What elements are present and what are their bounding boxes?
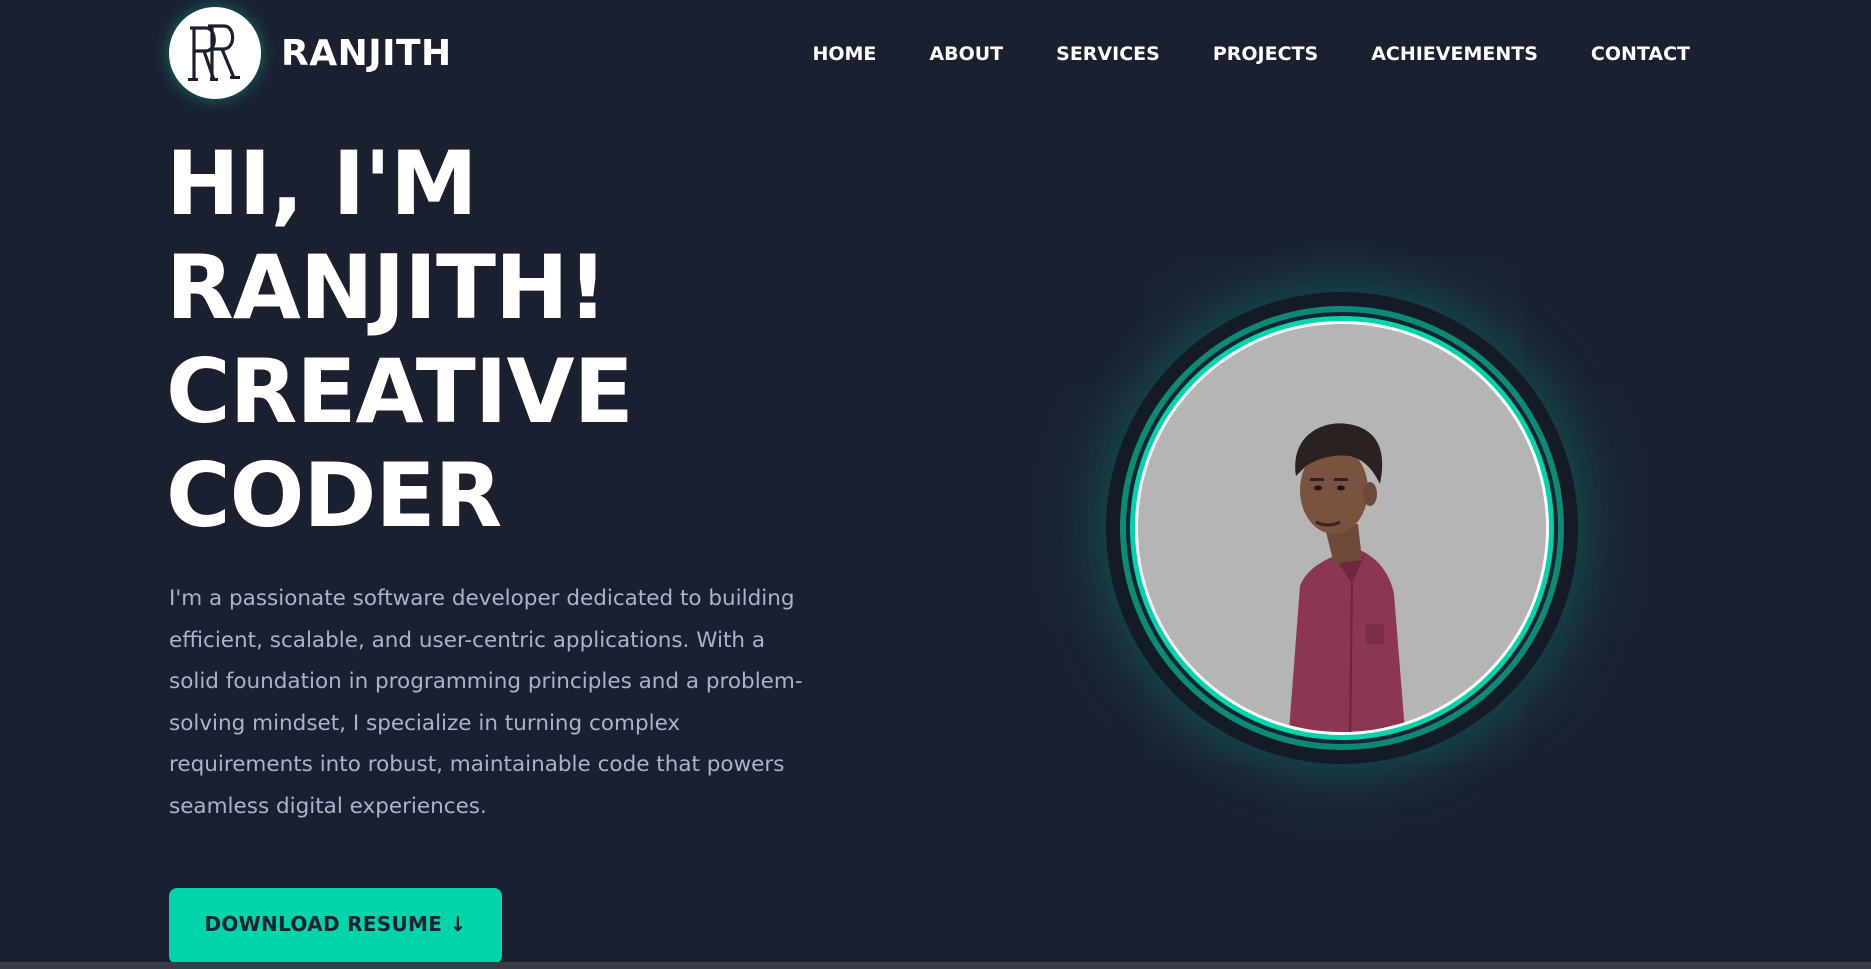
nav-link-contact[interactable]: CONTACT [1591, 40, 1690, 68]
nav-link-services[interactable]: SERVICES [1056, 40, 1160, 68]
nav-link-projects[interactable]: PROJECTS [1213, 40, 1318, 68]
download-resume-button[interactable]: DOWNLOAD RESUME ↓ [169, 888, 502, 964]
page: RANJITH HOME ABOUT SERVICES PROJECTS ACH… [0, 0, 1871, 969]
profile-photo [1138, 324, 1546, 732]
nav-link-home[interactable]: HOME [812, 40, 876, 68]
rr-monogram-logo-icon [188, 24, 240, 81]
hero-description: I'm a passionate software developer dedi… [169, 586, 803, 819]
hero-title: HI, I'M RANJITH! CREATIVE CODER [166, 132, 634, 548]
hero-title-line: RANJITH! [166, 236, 608, 339]
hero-title-line: CODER [166, 444, 502, 547]
brand-name[interactable]: RANJITH [281, 30, 452, 78]
hero-title-line: CREATIVE [166, 340, 634, 443]
profile-frame [1106, 292, 1578, 764]
horizontal-scrollbar[interactable] [0, 962, 1871, 969]
hero-title-line: HI, I'M [166, 132, 478, 235]
main-nav: HOME ABOUT SERVICES PROJECTS ACHIEVEMENT… [812, 40, 1690, 68]
nav-link-achievements[interactable]: ACHIEVEMENTS [1371, 40, 1538, 68]
logo[interactable] [169, 7, 261, 99]
nav-link-about[interactable]: ABOUT [929, 40, 1003, 68]
person-portrait-icon [1138, 324, 1546, 732]
